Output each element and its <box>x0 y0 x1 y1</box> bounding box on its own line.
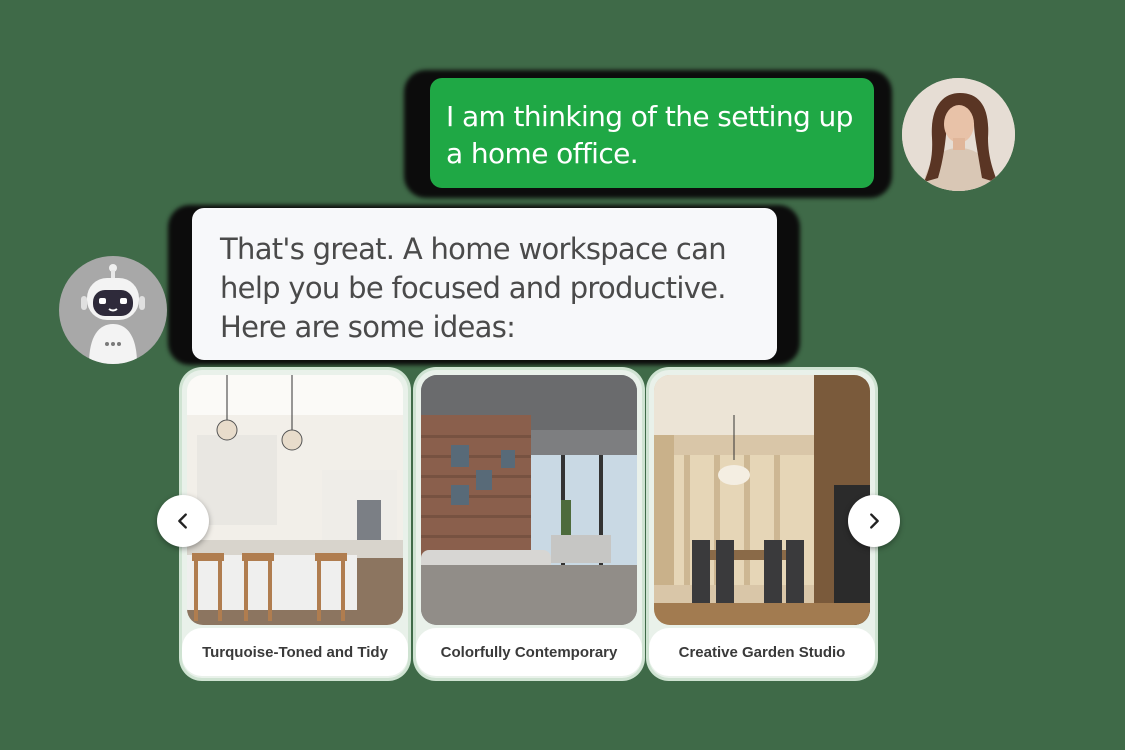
user-message-text: I am thinking of the setting up a home o… <box>446 100 853 170</box>
idea-card-image-dining-room <box>654 375 870 625</box>
carousel-next-button[interactable] <box>848 495 900 547</box>
idea-card-label: Turquoise-Toned and Tidy <box>182 628 408 676</box>
idea-card-2[interactable]: Colorfully Contemporary <box>416 370 642 678</box>
idea-card-image-living-room <box>421 375 637 625</box>
robot-icon <box>81 264 145 364</box>
bot-avatar <box>59 256 167 364</box>
user-avatar <box>902 78 1015 191</box>
idea-card-1[interactable]: Turquoise-Toned and Tidy <box>182 370 408 678</box>
idea-card-label: Creative Garden Studio <box>649 628 875 676</box>
idea-card-label: Colorfully Contemporary <box>416 628 642 676</box>
idea-card-image-kitchen <box>187 375 403 625</box>
idea-card-3[interactable]: Creative Garden Studio <box>649 370 875 678</box>
user-message-bubble: I am thinking of the setting up a home o… <box>430 78 874 188</box>
user-avatar-image <box>902 78 1015 191</box>
carousel-prev-button[interactable] <box>157 495 209 547</box>
chevron-right-icon <box>870 513 879 529</box>
chevron-left-icon <box>178 513 187 529</box>
bot-message-text: That's great. A home workspace can help … <box>220 232 727 344</box>
bot-message-bubble: That's great. A home workspace can help … <box>192 208 777 360</box>
